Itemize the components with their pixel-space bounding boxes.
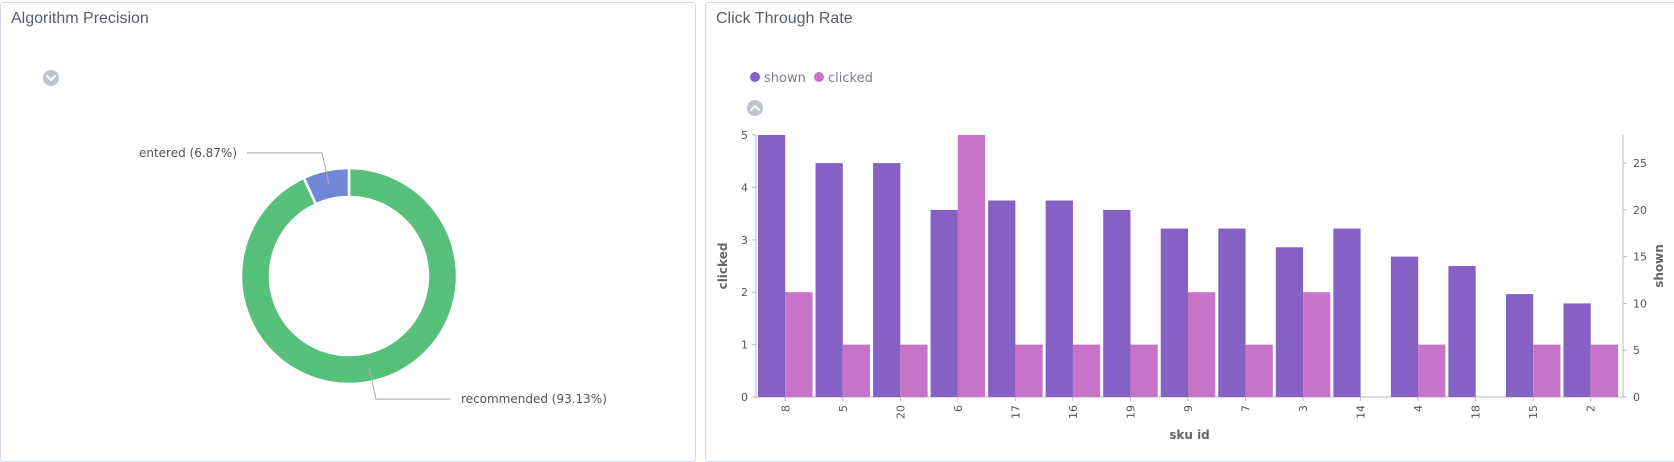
legend-toggle-icon[interactable] <box>43 70 59 86</box>
pie-slice-0[interactable] <box>239 166 459 386</box>
x-tick-label: 20 <box>894 405 907 419</box>
bar-clicked-5[interactable] <box>842 344 871 397</box>
bar-clicked-8[interactable] <box>785 292 813 397</box>
y-right-tick-label: 5 <box>1633 344 1640 357</box>
legend-label-clicked[interactable]: clicked <box>828 71 873 86</box>
bar-clicked-4[interactable] <box>1418 344 1446 397</box>
x-tick-label: 5 <box>837 405 850 412</box>
bar-clicked-15[interactable] <box>1533 344 1561 397</box>
y-left-tick-label: 0 <box>741 391 748 404</box>
bar-clicked-9[interactable] <box>1188 292 1216 397</box>
pie-label-1: entered (6.87%) <box>139 146 237 160</box>
x-tick-label: 4 <box>1412 405 1425 412</box>
x-tick-label: 7 <box>1240 405 1253 412</box>
y-right-tick-label: 15 <box>1633 251 1647 264</box>
y-left-axis-label: clicked <box>716 243 730 290</box>
legend-toggle-icon[interactable] <box>747 100 763 116</box>
bar-clicked-7[interactable] <box>1245 344 1273 397</box>
bar-shown-5[interactable] <box>815 163 843 397</box>
y-right-tick-label: 20 <box>1633 204 1647 217</box>
y-left-tick-label: 1 <box>741 339 748 352</box>
x-tick-label: 16 <box>1067 405 1080 419</box>
y-right-tick-label: 25 <box>1633 157 1647 170</box>
bar-shown-2[interactable] <box>1563 303 1591 397</box>
x-tick-label: 2 <box>1585 405 1598 412</box>
bar-clicked-2[interactable] <box>1590 344 1618 397</box>
click-through-rate-panel: Click Through Rate shown clicked 0 1 2 3 4 5 0 5 1… <box>705 2 1674 462</box>
bar-shown-17[interactable] <box>988 200 1016 398</box>
bar-clicked-20[interactable] <box>900 344 928 397</box>
bar-shown-18[interactable] <box>1448 266 1476 397</box>
bar-shown-8[interactable] <box>758 135 786 397</box>
bar-shown-20[interactable] <box>873 163 901 397</box>
x-tick-label: 8 <box>779 405 792 412</box>
legend-label-shown[interactable]: shown <box>764 71 806 86</box>
bar-shown-15[interactable] <box>1505 294 1534 397</box>
y-left-tick-label: 2 <box>741 286 748 299</box>
bar-shown-6[interactable] <box>930 209 958 397</box>
bar-clicked-16[interactable] <box>1072 344 1101 397</box>
bar-shown-7[interactable] <box>1218 228 1246 397</box>
y-right-axis-label: shown <box>1652 244 1666 288</box>
y-left-tick-label: 4 <box>741 181 748 194</box>
y-right-tick-label: 10 <box>1633 297 1647 310</box>
bar-clicked-17[interactable] <box>1015 344 1043 397</box>
bar-chart: shown clicked0123450510152025clicked shown… <box>716 71 1666 442</box>
y-left-tick-label: 5 <box>741 129 748 142</box>
legend-swatch-shown <box>750 72 760 82</box>
y-left-tick-label: 3 <box>741 234 748 247</box>
bar-clicked-6[interactable] <box>957 135 986 397</box>
bar-shown-19[interactable] <box>1103 209 1131 397</box>
algorithm-precision-panel: Algorithm Precision recommended (93.13%)… <box>0 2 696 462</box>
x-tick-label: 9 <box>1182 405 1195 412</box>
bar-clicked-3[interactable] <box>1303 292 1331 397</box>
bar-shown-9[interactable] <box>1160 228 1188 397</box>
x-tick-label: 17 <box>1009 405 1022 419</box>
bar-shown-4[interactable] <box>1390 256 1419 397</box>
pie-chart: recommended (93.13%) entered (6.87%) <box>43 70 607 406</box>
x-axis-label: sku id <box>1169 428 1210 442</box>
x-tick-label: 15 <box>1527 405 1540 419</box>
pie-label-0: recommended (93.13%) <box>461 392 607 406</box>
x-tick-label: 6 <box>952 405 965 412</box>
x-tick-label: 19 <box>1124 405 1137 419</box>
legend-swatch-clicked <box>814 72 824 82</box>
y-right-tick-label: 0 <box>1633 391 1640 404</box>
bar-shown-16[interactable] <box>1045 200 1073 398</box>
x-tick-label: 3 <box>1297 405 1310 412</box>
x-tick-label: 18 <box>1470 405 1483 419</box>
bar-shown-14[interactable] <box>1333 228 1361 397</box>
bar-shown-3[interactable] <box>1275 247 1304 397</box>
x-tick-label: 14 <box>1355 405 1368 419</box>
bar-clicked-19[interactable] <box>1130 344 1158 397</box>
